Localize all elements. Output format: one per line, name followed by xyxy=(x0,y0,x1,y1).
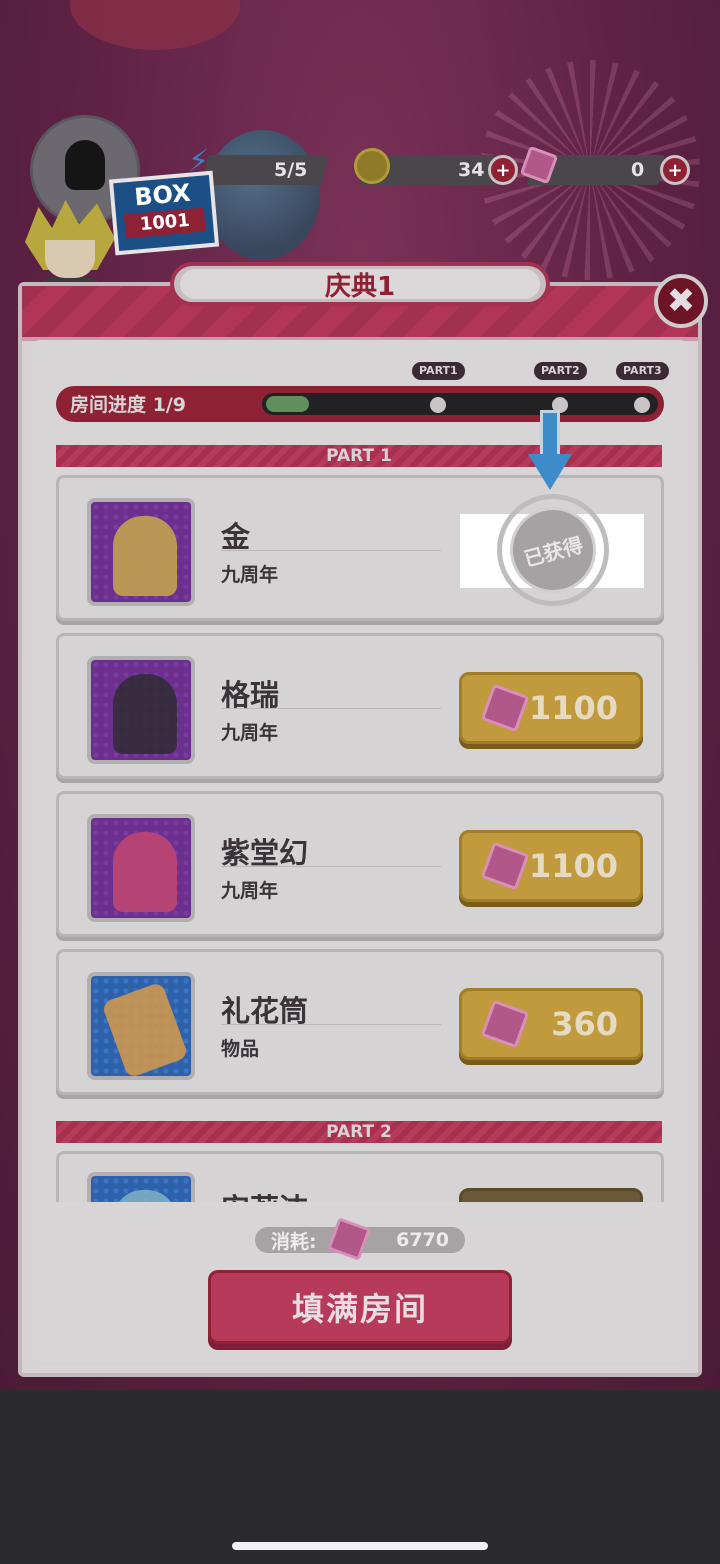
part-marker-2: PART2 xyxy=(534,362,587,380)
price-value: 360 xyxy=(551,1005,618,1043)
gem-value: 0 xyxy=(630,159,644,181)
coin-value: 34 xyxy=(457,159,484,181)
list-item[interactable]: 金 九周年 已获得 xyxy=(56,475,664,621)
down-arrow-icon xyxy=(528,410,572,494)
list-item[interactable]: 紫堂幻 九周年 1100 xyxy=(56,791,664,937)
divider xyxy=(221,550,441,551)
plus-icon: + xyxy=(667,159,683,181)
item-category: 物品 xyxy=(221,1038,260,1060)
item-category: 九周年 xyxy=(221,722,279,744)
buy-button[interactable] xyxy=(459,1188,643,1202)
portrait-figure xyxy=(113,674,177,754)
progress-milestone-dot xyxy=(634,397,650,413)
fill-room-button[interactable]: 填满房间 xyxy=(208,1270,512,1344)
list-item[interactable]: 礼花筒 物品 360 xyxy=(56,949,664,1095)
gem-icon xyxy=(480,841,530,891)
avatar-silhouette-icon xyxy=(65,140,105,190)
cost-label: 消耗: xyxy=(271,1230,317,1253)
close-button[interactable]: ✖ xyxy=(654,274,708,328)
character-portrait-icon xyxy=(87,498,195,606)
character-portrait-icon xyxy=(87,1172,195,1202)
progress-track xyxy=(262,393,658,415)
progress-milestone-dot xyxy=(430,397,446,413)
bottom-dark-area xyxy=(0,1390,720,1564)
list-item[interactable]: 安莉洁 xyxy=(56,1151,664,1202)
buy-button[interactable]: 1100 xyxy=(459,830,643,902)
section-header-part-2: PART 2 xyxy=(56,1121,662,1143)
panel-title: 庆典1 xyxy=(180,269,540,302)
part-marker-3: PART3 xyxy=(616,362,669,380)
plus-icon: + xyxy=(495,159,511,181)
gem-icon xyxy=(480,999,530,1049)
close-icon: ✖ xyxy=(666,281,696,321)
coin-icon xyxy=(354,148,390,184)
balloon-decoration xyxy=(205,130,320,260)
portrait-figure xyxy=(113,832,177,912)
reward-list[interactable]: 金 九周年 已获得 格瑞 九周年 1100 紫堂幻 九周年 1100 礼花筒 物… xyxy=(56,475,664,1202)
item-category: 九周年 xyxy=(221,880,279,902)
buy-button[interactable]: 360 xyxy=(459,988,643,1060)
divider xyxy=(221,866,441,867)
add-gems-button[interactable]: + xyxy=(660,155,690,185)
mascot-face xyxy=(45,240,95,278)
price-value: 1100 xyxy=(528,689,618,727)
owned-status-label: 已获得 xyxy=(500,497,606,603)
room-progress-label: 房间进度 1/9 xyxy=(70,394,186,416)
buy-button[interactable]: 1100 xyxy=(459,672,643,744)
box-1001-logo: BOX 1001 xyxy=(108,170,220,256)
energy-counter: 5/5 xyxy=(201,155,329,185)
item-category: 九周年 xyxy=(221,564,279,586)
energy-value: 5/5 xyxy=(273,159,307,181)
character-portrait-icon xyxy=(87,656,195,764)
portrait-figure xyxy=(113,1190,177,1202)
character-portrait-icon xyxy=(87,814,195,922)
price-value: 1100 xyxy=(528,847,618,885)
popper-figure xyxy=(101,981,189,1076)
add-coins-button[interactable]: + xyxy=(488,155,518,185)
cost-value: 6770 xyxy=(396,1229,449,1251)
list-item[interactable]: 格瑞 九周年 1100 xyxy=(56,633,664,779)
portrait-figure xyxy=(113,516,177,596)
party-popper-icon xyxy=(87,972,195,1080)
progress-fill xyxy=(266,396,309,412)
panel-title-tab: 庆典1 xyxy=(170,262,550,306)
divider xyxy=(221,708,441,709)
home-indicator[interactable] xyxy=(232,1542,488,1550)
divider xyxy=(221,1024,441,1025)
item-name: 安莉洁 xyxy=(221,1186,308,1202)
arrow-shaft xyxy=(540,410,560,460)
part-marker-1: PART1 xyxy=(412,362,465,380)
gem-icon xyxy=(480,683,530,733)
arrow-head xyxy=(528,454,572,490)
owned-stamp: 已获得 xyxy=(497,494,609,606)
